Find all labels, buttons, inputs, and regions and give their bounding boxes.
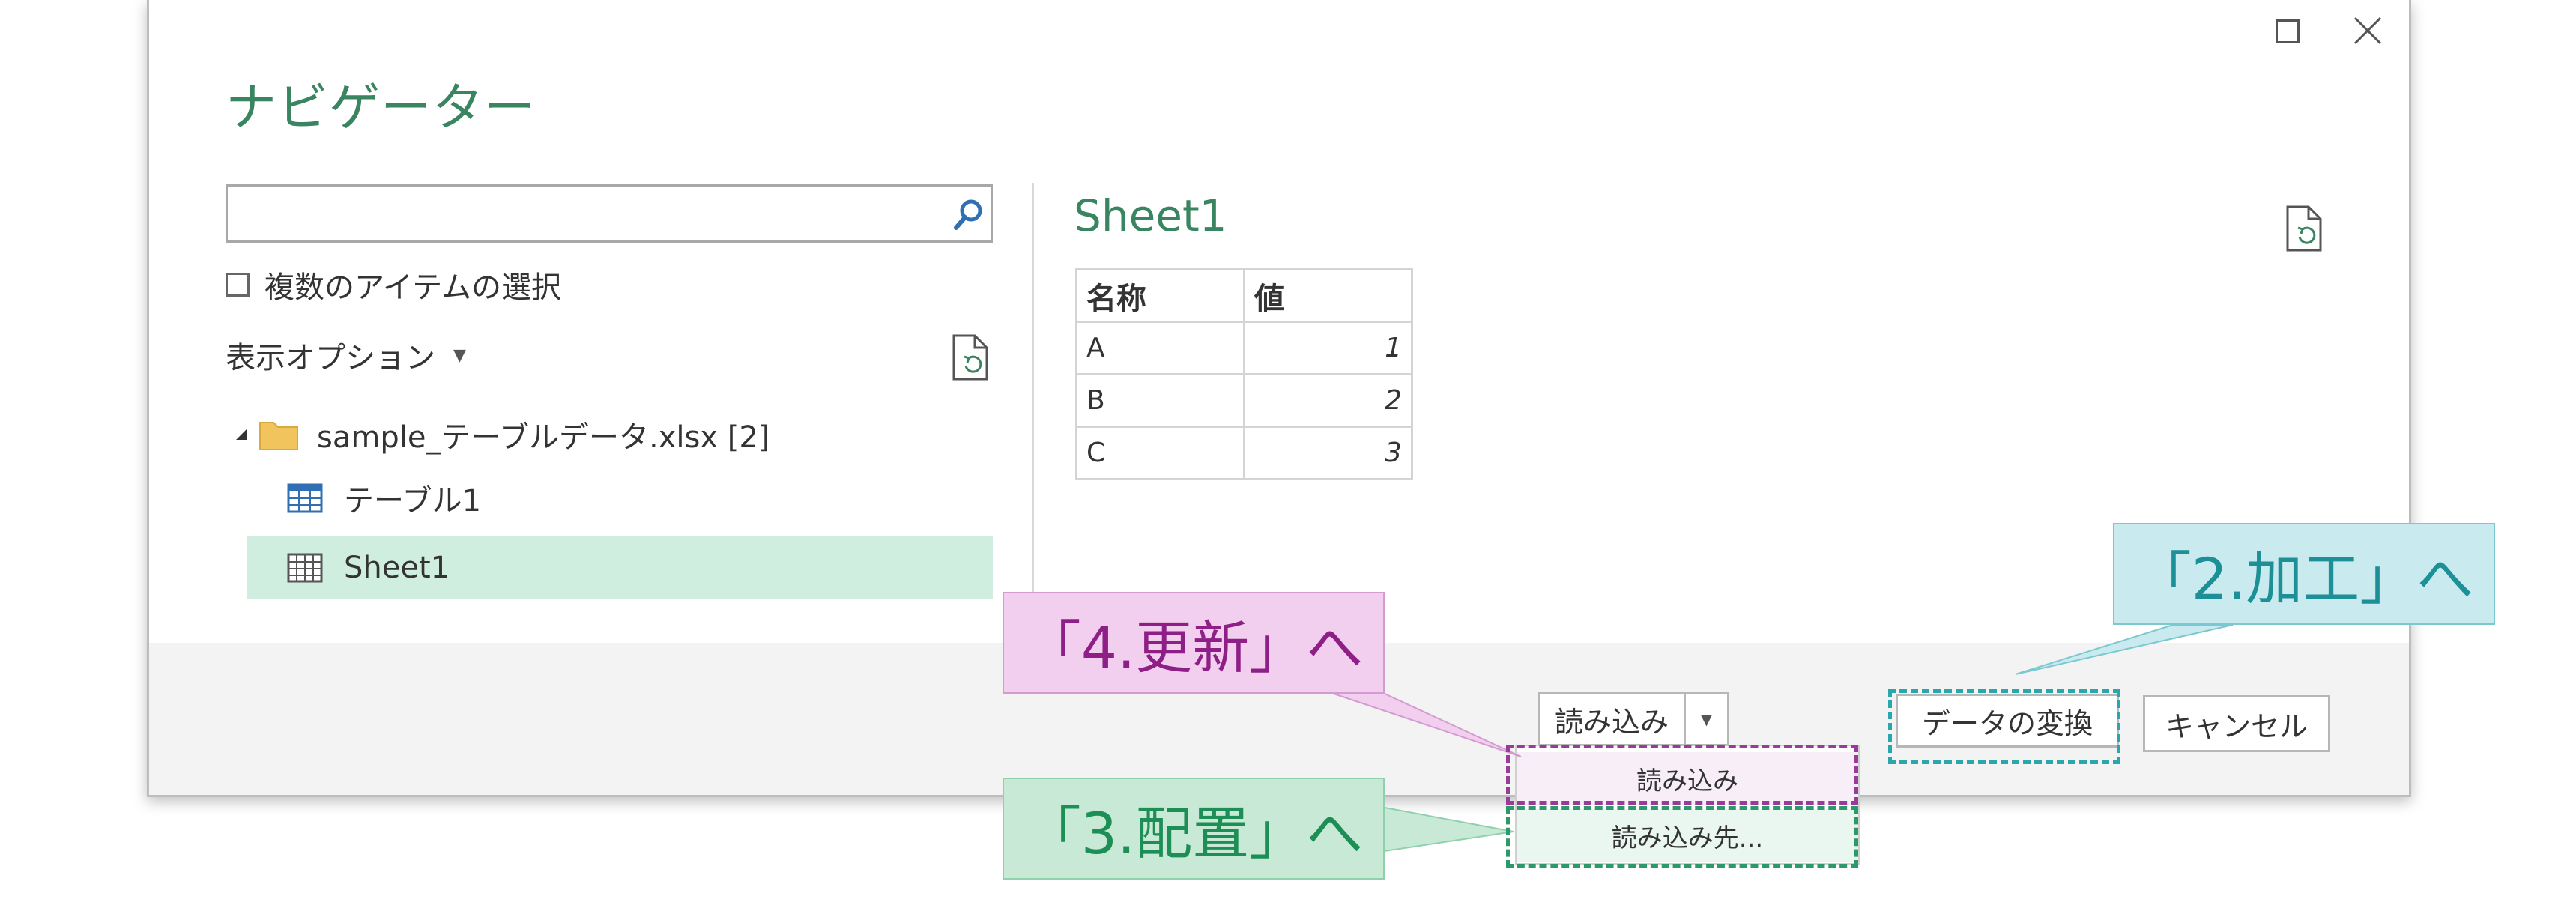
- tree-item-label: sample_テーブルデータ.xlsx [2]: [317, 420, 770, 455]
- chevron-down-icon: ▼: [453, 345, 466, 365]
- tree-item-label: テーブル1: [344, 484, 482, 518]
- callout-load: 「4.更新」へ: [1003, 592, 1385, 694]
- table-cell: 3: [1243, 426, 1413, 480]
- load-button[interactable]: 読み込み: [1538, 692, 1686, 746]
- tree-item-file[interactable]: sample_テーブルデータ.xlsx [2]: [236, 411, 770, 458]
- callout-load-to: 「3.配置」へ: [1003, 778, 1385, 880]
- table-cell: 1: [1243, 321, 1413, 375]
- preview-title: Sheet1: [1074, 190, 1227, 241]
- tree-item-table1[interactable]: テーブル1: [287, 472, 481, 524]
- sheet-icon: [287, 553, 323, 583]
- refresh-icon[interactable]: [2283, 204, 2325, 253]
- preview-table: 名称 値 A 1 B 2 C 3: [1075, 268, 1413, 480]
- table-row: A 1: [1075, 321, 1413, 375]
- chevron-down-icon: ▼: [1700, 710, 1713, 728]
- table-cell: 2: [1243, 373, 1413, 428]
- search-input[interactable]: [226, 184, 993, 243]
- display-options-label: 表示オプション: [226, 341, 435, 375]
- refresh-icon[interactable]: [949, 333, 991, 382]
- maximize-icon[interactable]: [2276, 19, 2300, 43]
- table-cell: B: [1075, 373, 1245, 428]
- display-options-dropdown[interactable]: 表示オプション ▼: [226, 333, 466, 378]
- close-icon[interactable]: [2349, 12, 2386, 49]
- callout-transform: 「2.加工」へ: [2113, 523, 2495, 625]
- cancel-button[interactable]: キャンセル: [2143, 695, 2330, 752]
- folder-icon: [259, 422, 298, 450]
- dialog-title: ナビゲーター: [226, 79, 536, 138]
- search-icon[interactable]: [947, 194, 989, 236]
- transform-highlight: [1888, 689, 2120, 764]
- table-row: B 2: [1075, 373, 1413, 428]
- table-row: C 3: [1075, 426, 1413, 480]
- multi-select-option[interactable]: 複数のアイテムの選択: [226, 264, 561, 306]
- multi-select-checkbox[interactable]: [226, 273, 250, 297]
- tree-item-label: Sheet1: [344, 551, 450, 585]
- table-header-row: 名称 値: [1075, 268, 1413, 323]
- multi-select-label: 複数のアイテムの選択: [264, 270, 561, 305]
- table-cell: C: [1075, 426, 1245, 480]
- pane-divider[interactable]: [1032, 183, 1034, 643]
- table-cell: A: [1075, 321, 1245, 375]
- column-header: 名称: [1075, 268, 1245, 323]
- tree-item-sheet1[interactable]: Sheet1: [247, 536, 993, 599]
- load-dropdown-button[interactable]: ▼: [1686, 692, 1729, 746]
- column-header: 値: [1243, 268, 1413, 323]
- expand-icon[interactable]: [236, 429, 247, 440]
- load-to-highlight: [1506, 806, 1858, 868]
- load-highlight: [1506, 745, 1858, 805]
- table-icon: [287, 483, 323, 513]
